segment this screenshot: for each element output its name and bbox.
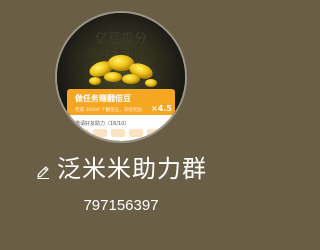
group-name-row[interactable]: 泛米米助力群 [0,152,242,186]
avatar-banner-sub: 完成 30000 个翻倍豆，双倍奖励 [75,106,142,113]
avatar-multiplier: ×4.5 [151,104,172,113]
avatar-banner-text: 做任务赚翻倍豆 [74,93,131,103]
svg-text:亿豆瓜分: 亿豆瓜分 [95,31,147,47]
group-id: 797156397 [83,197,159,214]
avatar-card-text: 邀请好友助力（16/10） [75,120,129,127]
group-avatar[interactable]: 亿豆瓜分 邀好友助力 做任务赚翻倍豆 完成 30000 个翻倍豆，双倍奖励 ×4… [57,13,185,141]
group-name: 泛米米助力群 [57,155,207,183]
pencil-icon[interactable] [35,164,51,180]
